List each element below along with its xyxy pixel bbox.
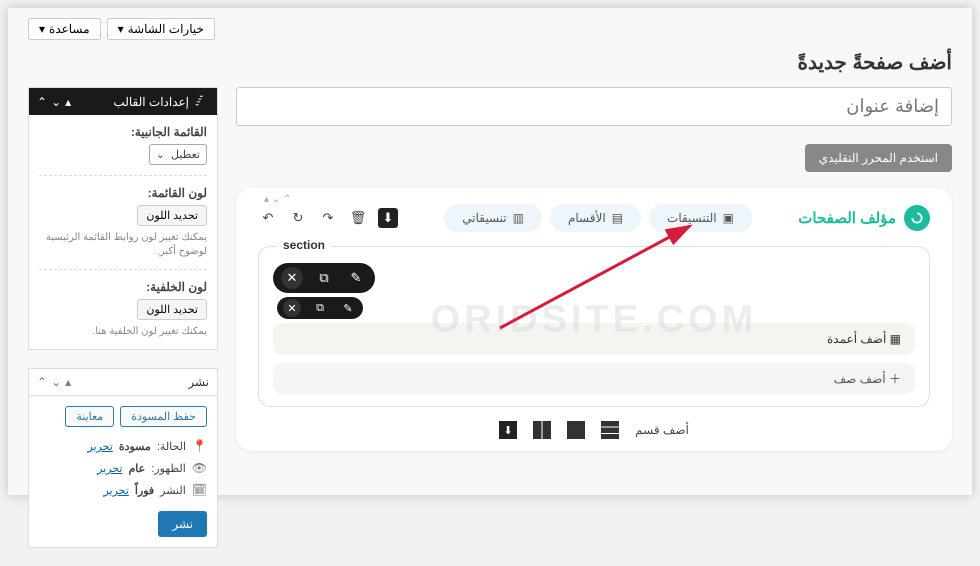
status-edit-link[interactable]: تحرير — [87, 440, 112, 453]
copy-icon[interactable]: ⧉ — [311, 299, 329, 317]
schedule-value: فوراً — [135, 484, 154, 497]
sidebar-select[interactable]: تعطيل ⌄ — [149, 144, 207, 165]
theme-panel-title: إعدادات القالب — [113, 95, 189, 109]
layouts-pill[interactable]: ▣ التنسيقات — [649, 204, 752, 232]
sidebar-value: تعطيل — [171, 148, 200, 161]
layout-download-icon[interactable]: ⬇ — [499, 421, 517, 439]
sections-pill[interactable]: ▤ الأقسام — [550, 204, 641, 232]
layout-cols-icon[interactable] — [533, 421, 551, 439]
redo-forward-icon[interactable]: ↻ — [288, 208, 308, 228]
help-label: مساعدة — [49, 22, 90, 36]
panel-toggle-icon[interactable]: ▴ — [65, 95, 71, 109]
panel-up-icon[interactable]: ⌃ — [37, 95, 47, 109]
add-columns-band[interactable]: ▦ أضف أعمدة — [273, 323, 915, 355]
section-toolbar: ✎ ⧉ ✕ — [273, 263, 375, 293]
builder-logo-icon — [904, 205, 930, 231]
panel-down-icon[interactable]: ⌄ — [51, 375, 61, 389]
builder-brand-label: مؤلف الصفحات — [798, 209, 896, 227]
menu-color-button[interactable]: تحديد اللون — [137, 205, 207, 226]
classic-editor-button[interactable]: استخدم المحرر التقليدي — [805, 144, 952, 172]
menu-color-hint: يمكنك تغيير لون روابط القائمة الرئيسية ل… — [39, 231, 207, 259]
add-row-label: أضف صف — [834, 372, 886, 386]
bg-color-button[interactable]: تحديد اللون — [137, 299, 207, 320]
pin-icon: 📍 — [192, 439, 207, 453]
close-icon[interactable]: ✕ — [281, 267, 303, 289]
mylayouts-label: تنسيقاتي — [462, 211, 506, 225]
add-row-band[interactable]: ＋ أضف صف — [273, 363, 915, 394]
columns-icon: ▦ — [890, 332, 901, 346]
screen-options-button[interactable]: خيارات الشاشة ▾ — [107, 18, 215, 40]
edit-icon[interactable]: ✎ — [345, 267, 367, 289]
layout-full-icon[interactable] — [567, 421, 585, 439]
panel-toggle-icon[interactable]: ▴ — [65, 375, 71, 389]
add-section-label: أضف قسم — [635, 423, 689, 437]
panel-down-icon[interactable]: ⌄ — [51, 95, 61, 109]
builder-brand: مؤلف الصفحات — [798, 205, 930, 231]
caret-down-icon: ▾ — [118, 22, 124, 36]
page-title: أضف صفحةً جديدةً — [28, 50, 952, 75]
mylayouts-pill[interactable]: ▥ تنسيقاتي — [444, 204, 542, 232]
theme-settings-panel: إعدادات القالب ⌃ ⌄ ▴ القائمة الجانبية: ت… — [28, 87, 218, 350]
schedule-edit-link[interactable]: تحرير — [103, 484, 128, 497]
status-row: 📍 الحالة: مسودة تحرير — [39, 435, 207, 457]
bg-color-hint: يمكنك تغيير لون الخلفية هنا. — [39, 325, 207, 339]
download-icon[interactable]: ⬇ — [378, 208, 398, 228]
layout-rows-icon[interactable] — [601, 421, 619, 439]
trash-icon[interactable]: 🗑 — [348, 208, 368, 228]
title-input[interactable] — [236, 87, 952, 126]
layouts-label: التنسيقات — [667, 211, 717, 225]
eye-icon: 👁 — [192, 461, 207, 475]
undo-icon[interactable]: ↶ — [258, 208, 278, 228]
publish-panel: نشر ⌃ ⌄ ▴ حفظ المسودة معاينة 📍 الحالة: — [28, 368, 218, 548]
redo-icon[interactable]: ↷ — [318, 208, 338, 228]
layouts-icon: ▣ — [723, 211, 734, 225]
edit-icon[interactable]: ✎ — [339, 299, 357, 317]
visibility-row: 👁 الظهور: عام تحرير — [39, 457, 207, 479]
panel-up-icon[interactable]: ⌃ — [37, 375, 47, 389]
row-toolbar: ✎ ⧉ ✕ — [277, 297, 363, 319]
add-section-row: أضف قسم ⬇ — [258, 421, 930, 439]
schedule-row: 🗓 النشر فوراً تحرير — [39, 479, 207, 501]
publish-button[interactable]: نشر — [158, 511, 207, 537]
plus-icon: ＋ — [889, 372, 901, 386]
screen-options-label: خيارات الشاشة — [128, 22, 204, 36]
publish-panel-title: نشر — [188, 375, 209, 389]
calendar-icon: 🗓 — [192, 483, 207, 497]
section-container: section ✎ ⧉ ✕ ✎ ⧉ ✕ — [258, 246, 930, 407]
save-draft-button[interactable]: حفظ المسودة — [120, 406, 207, 427]
status-value: مسودة — [119, 440, 151, 453]
visibility-edit-link[interactable]: تحرير — [97, 462, 122, 475]
visibility-value: عام — [128, 462, 145, 475]
caret-down-icon: ▾ — [39, 22, 45, 36]
copy-icon[interactable]: ⧉ — [313, 267, 335, 289]
visibility-label: الظهور: — [151, 462, 186, 475]
theme-icon — [195, 94, 209, 109]
menu-color-label: لون القائمة: — [39, 186, 207, 200]
preview-button[interactable]: معاينة — [65, 406, 114, 427]
schedule-label: النشر — [160, 484, 186, 497]
bg-color-label: لون الخلفية: — [39, 280, 207, 294]
sections-icon: ▤ — [612, 211, 623, 225]
sidebar-label: القائمة الجانبية: — [39, 125, 207, 139]
add-columns-label: أضف أعمدة — [827, 332, 886, 346]
section-legend: section — [277, 238, 331, 252]
close-icon[interactable]: ✕ — [283, 299, 301, 317]
status-label: الحالة: — [157, 440, 186, 453]
chevron-down-icon: ⌄ — [156, 148, 165, 161]
page-builder: ⌃ ⌄ ▴ مؤلف الصفحات ▣ التنسيقات — [236, 188, 952, 451]
mylayouts-icon: ▥ — [513, 211, 524, 225]
collapse-caret-icon[interactable]: ⌃ ⌄ ▴ — [264, 194, 291, 205]
sections-label: الأقسام — [568, 211, 606, 225]
help-button[interactable]: مساعدة ▾ — [28, 18, 101, 40]
